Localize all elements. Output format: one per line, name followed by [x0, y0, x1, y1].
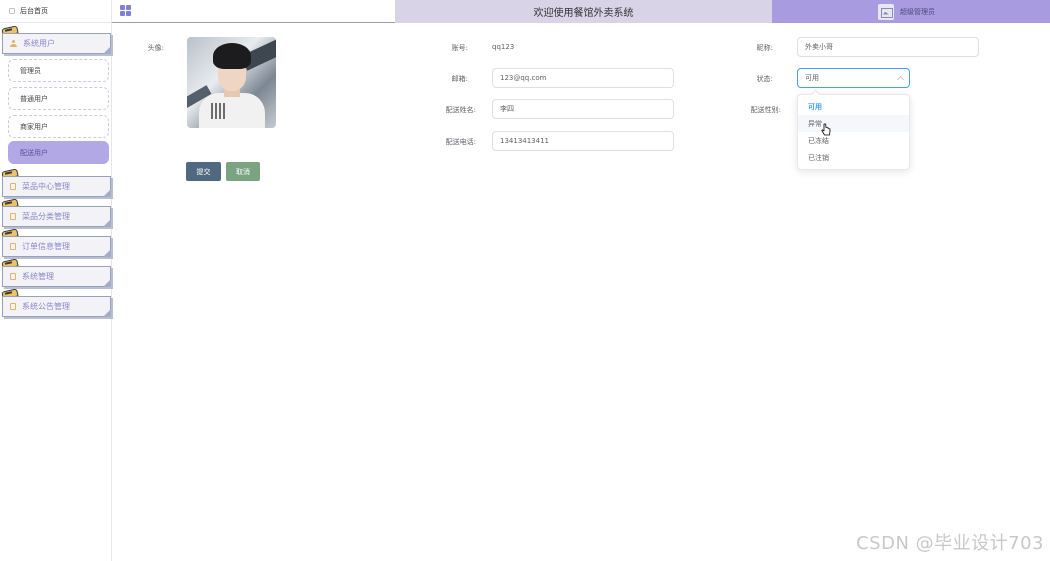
delivery-name-input[interactable]: 李四: [492, 99, 674, 119]
email-label: 邮箱:: [451, 75, 468, 83]
sidebar-group-dish-center[interactable]: 菜品中心管理: [2, 176, 111, 197]
account-value: qq123: [492, 43, 515, 51]
sidebar-group-label: 菜品分类管理: [22, 212, 70, 221]
app-root: 后台首页 系统用户 管理员 普通用户 商家用户 配送用户 菜品中心管理 菜品分类…: [0, 0, 1050, 561]
doc-icon: [10, 243, 16, 250]
doc-icon: [10, 213, 16, 220]
user-icon: [10, 40, 17, 47]
sidebar-item-label: 后台首页: [20, 7, 48, 15]
nickname-input[interactable]: 外卖小哥: [797, 37, 979, 57]
avatar-image[interactable]: [187, 37, 276, 128]
cancel-button[interactable]: 取消: [226, 162, 260, 181]
chevron-up-icon: [896, 75, 905, 84]
delivery-phone-input[interactable]: 13413413411: [492, 131, 674, 151]
sidebar-item-label: 配送用户: [20, 148, 48, 157]
delivery-name-label: 配送姓名:: [445, 106, 476, 114]
sidebar: 后台首页 系统用户 管理员 普通用户 商家用户 配送用户 菜品中心管理 菜品分类…: [0, 0, 112, 561]
delivery-name-value: 李四: [500, 105, 514, 113]
user-name: 超级管理员: [900, 7, 935, 16]
sidebar-item-label: 商家用户: [20, 122, 48, 131]
sidebar-item-label: 管理员: [20, 66, 41, 75]
avatar-label: 头像:: [147, 44, 164, 52]
topbar-left: [112, 0, 395, 23]
doc-icon: [10, 273, 16, 280]
email-value: 123@qq.com: [500, 74, 547, 82]
avatar-icon: [878, 3, 894, 20]
email-input[interactable]: 123@qq.com: [492, 68, 674, 88]
watermark: CSDN @毕业设计703: [856, 533, 1044, 554]
delivery-phone-label: 配送电话:: [445, 138, 476, 146]
sidebar-group-label: 系统公告管理: [22, 302, 70, 311]
account-label: 账号:: [451, 44, 468, 52]
status-label: 状态:: [756, 75, 773, 83]
status-value: 可用: [805, 74, 819, 82]
status-option-frozen[interactable]: 已冻结: [798, 132, 909, 149]
status-option-abnormal[interactable]: 异常: [798, 115, 909, 132]
grid-menu-icon[interactable]: [120, 5, 131, 16]
home-icon: [9, 8, 15, 14]
doc-icon: [10, 303, 16, 310]
sidebar-item-label: 普通用户: [20, 94, 48, 103]
sidebar-group-orders[interactable]: 订单信息管理: [2, 236, 111, 257]
hand-cursor-icon: [821, 123, 831, 136]
status-select[interactable]: 可用: [797, 68, 910, 88]
user-menu[interactable]: 超级管理员: [772, 0, 1050, 23]
sidebar-group-system-users[interactable]: 系统用户: [2, 33, 111, 54]
sidebar-item-home[interactable]: 后台首页: [0, 0, 112, 23]
delivery-phone-value: 13413413411: [500, 137, 549, 145]
page-title: 欢迎使用餐馆外卖系统: [395, 0, 772, 23]
nickname-label: 昵称:: [756, 44, 773, 52]
status-dropdown: 可用 异常 已冻结 已注销: [797, 94, 910, 170]
sidebar-item-admin[interactable]: 管理员: [8, 59, 109, 82]
submit-button[interactable]: 提交: [186, 162, 221, 181]
delivery-gender-label: 配送性别:: [750, 106, 781, 114]
status-option-available[interactable]: 可用: [798, 98, 909, 115]
nickname-value: 外卖小哥: [805, 43, 833, 51]
sidebar-item-normal-user[interactable]: 普通用户: [8, 87, 109, 110]
sidebar-group-label: 系统用户: [23, 39, 55, 48]
sidebar-group-label: 菜品中心管理: [22, 182, 70, 191]
sidebar-item-merchant-user[interactable]: 商家用户: [8, 115, 109, 138]
sidebar-group-system[interactable]: 系统管理: [2, 266, 111, 287]
doc-icon: [10, 183, 16, 190]
sidebar-item-delivery-user[interactable]: 配送用户: [8, 141, 109, 164]
sidebar-group-announcements[interactable]: 系统公告管理: [2, 296, 111, 317]
sidebar-group-label: 系统管理: [22, 272, 54, 281]
status-option-cancelled[interactable]: 已注销: [798, 149, 909, 166]
sidebar-group-dish-category[interactable]: 菜品分类管理: [2, 206, 111, 227]
sidebar-group-label: 订单信息管理: [22, 242, 70, 251]
